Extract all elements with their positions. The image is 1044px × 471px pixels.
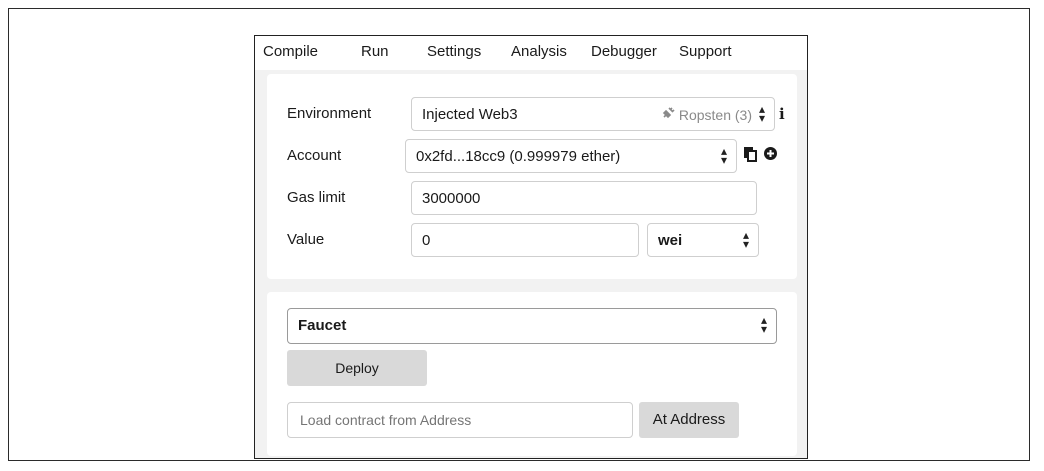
- at-address-button[interactable]: At Address: [639, 402, 739, 438]
- tab-settings[interactable]: Settings: [427, 42, 481, 62]
- select-arrows-icon: ▴ ▾: [760, 313, 768, 336]
- contract-select[interactable]: Faucet ▴ ▾: [287, 308, 777, 344]
- tab-support[interactable]: Support: [679, 42, 732, 62]
- load-address-input[interactable]: [287, 402, 633, 438]
- environment-value: Injected Web3: [422, 106, 518, 123]
- value-input[interactable]: 0: [411, 223, 639, 257]
- environment-label: Environment: [287, 105, 372, 122]
- account-select[interactable]: 0x2fd...18cc9 (0.999979 ether) ▴ ▾: [405, 139, 737, 173]
- unit-value: wei: [658, 232, 683, 249]
- run-settings-card: Environment Injected Web3 Ropsten (3) ▴ ▾…: [267, 74, 797, 279]
- contract-card: Faucet ▴▾ Deploy At Address: [267, 292, 797, 456]
- tab-debugger[interactable]: Debugger: [591, 42, 657, 62]
- environment-select[interactable]: Injected Web3 Ropsten (3) ▴ ▾: [411, 97, 775, 131]
- unit-select[interactable]: wei ▴ ▾: [647, 223, 759, 257]
- remix-run-panel: Compile Run Settings Analysis Debugger S…: [254, 35, 808, 459]
- tab-analysis[interactable]: Analysis: [511, 42, 567, 62]
- network-name: Ropsten (3): [678, 107, 752, 123]
- select-arrows-icon: ▴ ▾: [720, 144, 728, 167]
- account-label: Account: [287, 147, 342, 164]
- contract-selected-value: Faucet: [298, 317, 347, 334]
- value-amount: 0: [422, 232, 431, 249]
- account-value: 0x2fd...18cc9 (0.999979 ether): [416, 148, 621, 165]
- gas-limit-input[interactable]: 3000000: [411, 181, 757, 215]
- select-arrows-icon: ▴ ▾: [742, 228, 750, 251]
- tab-bar: Compile Run Settings Analysis Debugger S…: [255, 36, 807, 70]
- deploy-button[interactable]: Deploy: [287, 350, 427, 386]
- select-arrows-icon: ▴ ▾: [758, 102, 766, 125]
- gas-limit-value: 3000000: [422, 190, 481, 207]
- copy-icon[interactable]: [743, 146, 758, 167]
- info-icon[interactable]: i: [779, 105, 785, 123]
- tab-compile[interactable]: Compile: [263, 42, 318, 62]
- gas-limit-label: Gas limit: [287, 189, 346, 206]
- plug-icon: [661, 105, 675, 125]
- tab-run[interactable]: Run: [361, 42, 389, 62]
- network-indicator: Ropsten (3): [661, 105, 752, 125]
- plus-circle-icon[interactable]: [763, 146, 778, 166]
- value-label: Value: [287, 231, 325, 248]
